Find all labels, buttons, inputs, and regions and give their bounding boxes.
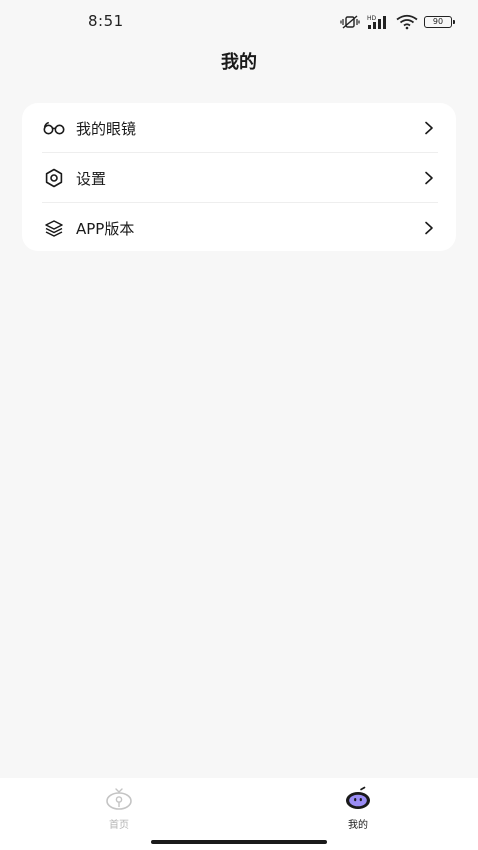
menu-item-label: 设置: [76, 169, 107, 188]
menu-card: 我的眼镜 设置 APP版本: [22, 103, 456, 251]
hd-signal-icon: HD: [366, 14, 390, 30]
status-bar: 8:51 HD 90: [0, 0, 478, 44]
menu-item-app-version[interactable]: APP版本: [42, 203, 438, 253]
mine-tab-icon: [344, 786, 372, 814]
menu-item-label: APP版本: [76, 219, 135, 238]
vibrate-off-icon: [340, 14, 360, 30]
home-tab-icon: [105, 786, 133, 814]
glasses-icon: [42, 116, 66, 140]
wifi-icon: [396, 14, 418, 30]
menu-item-my-glasses[interactable]: 我的眼镜: [42, 103, 438, 153]
chevron-right-icon: [422, 221, 436, 235]
tab-home[interactable]: 首页: [79, 786, 159, 831]
page-title: 我的: [221, 52, 257, 73]
layers-icon: [42, 216, 66, 240]
battery-icon: 90: [424, 16, 455, 28]
svg-text:HD: HD: [367, 15, 377, 22]
chevron-right-icon: [422, 171, 436, 185]
status-icons: HD 90: [340, 12, 455, 32]
settings-icon: [42, 166, 66, 190]
tab-label: 首页: [109, 820, 129, 831]
tab-label: 我的: [348, 820, 368, 831]
home-indicator: [151, 840, 327, 844]
menu-item-label: 我的眼镜: [76, 119, 137, 138]
tab-mine[interactable]: 我的: [318, 786, 398, 831]
status-time: 8:51: [88, 12, 124, 30]
menu-item-settings[interactable]: 设置: [42, 153, 438, 203]
chevron-right-icon: [422, 121, 436, 135]
